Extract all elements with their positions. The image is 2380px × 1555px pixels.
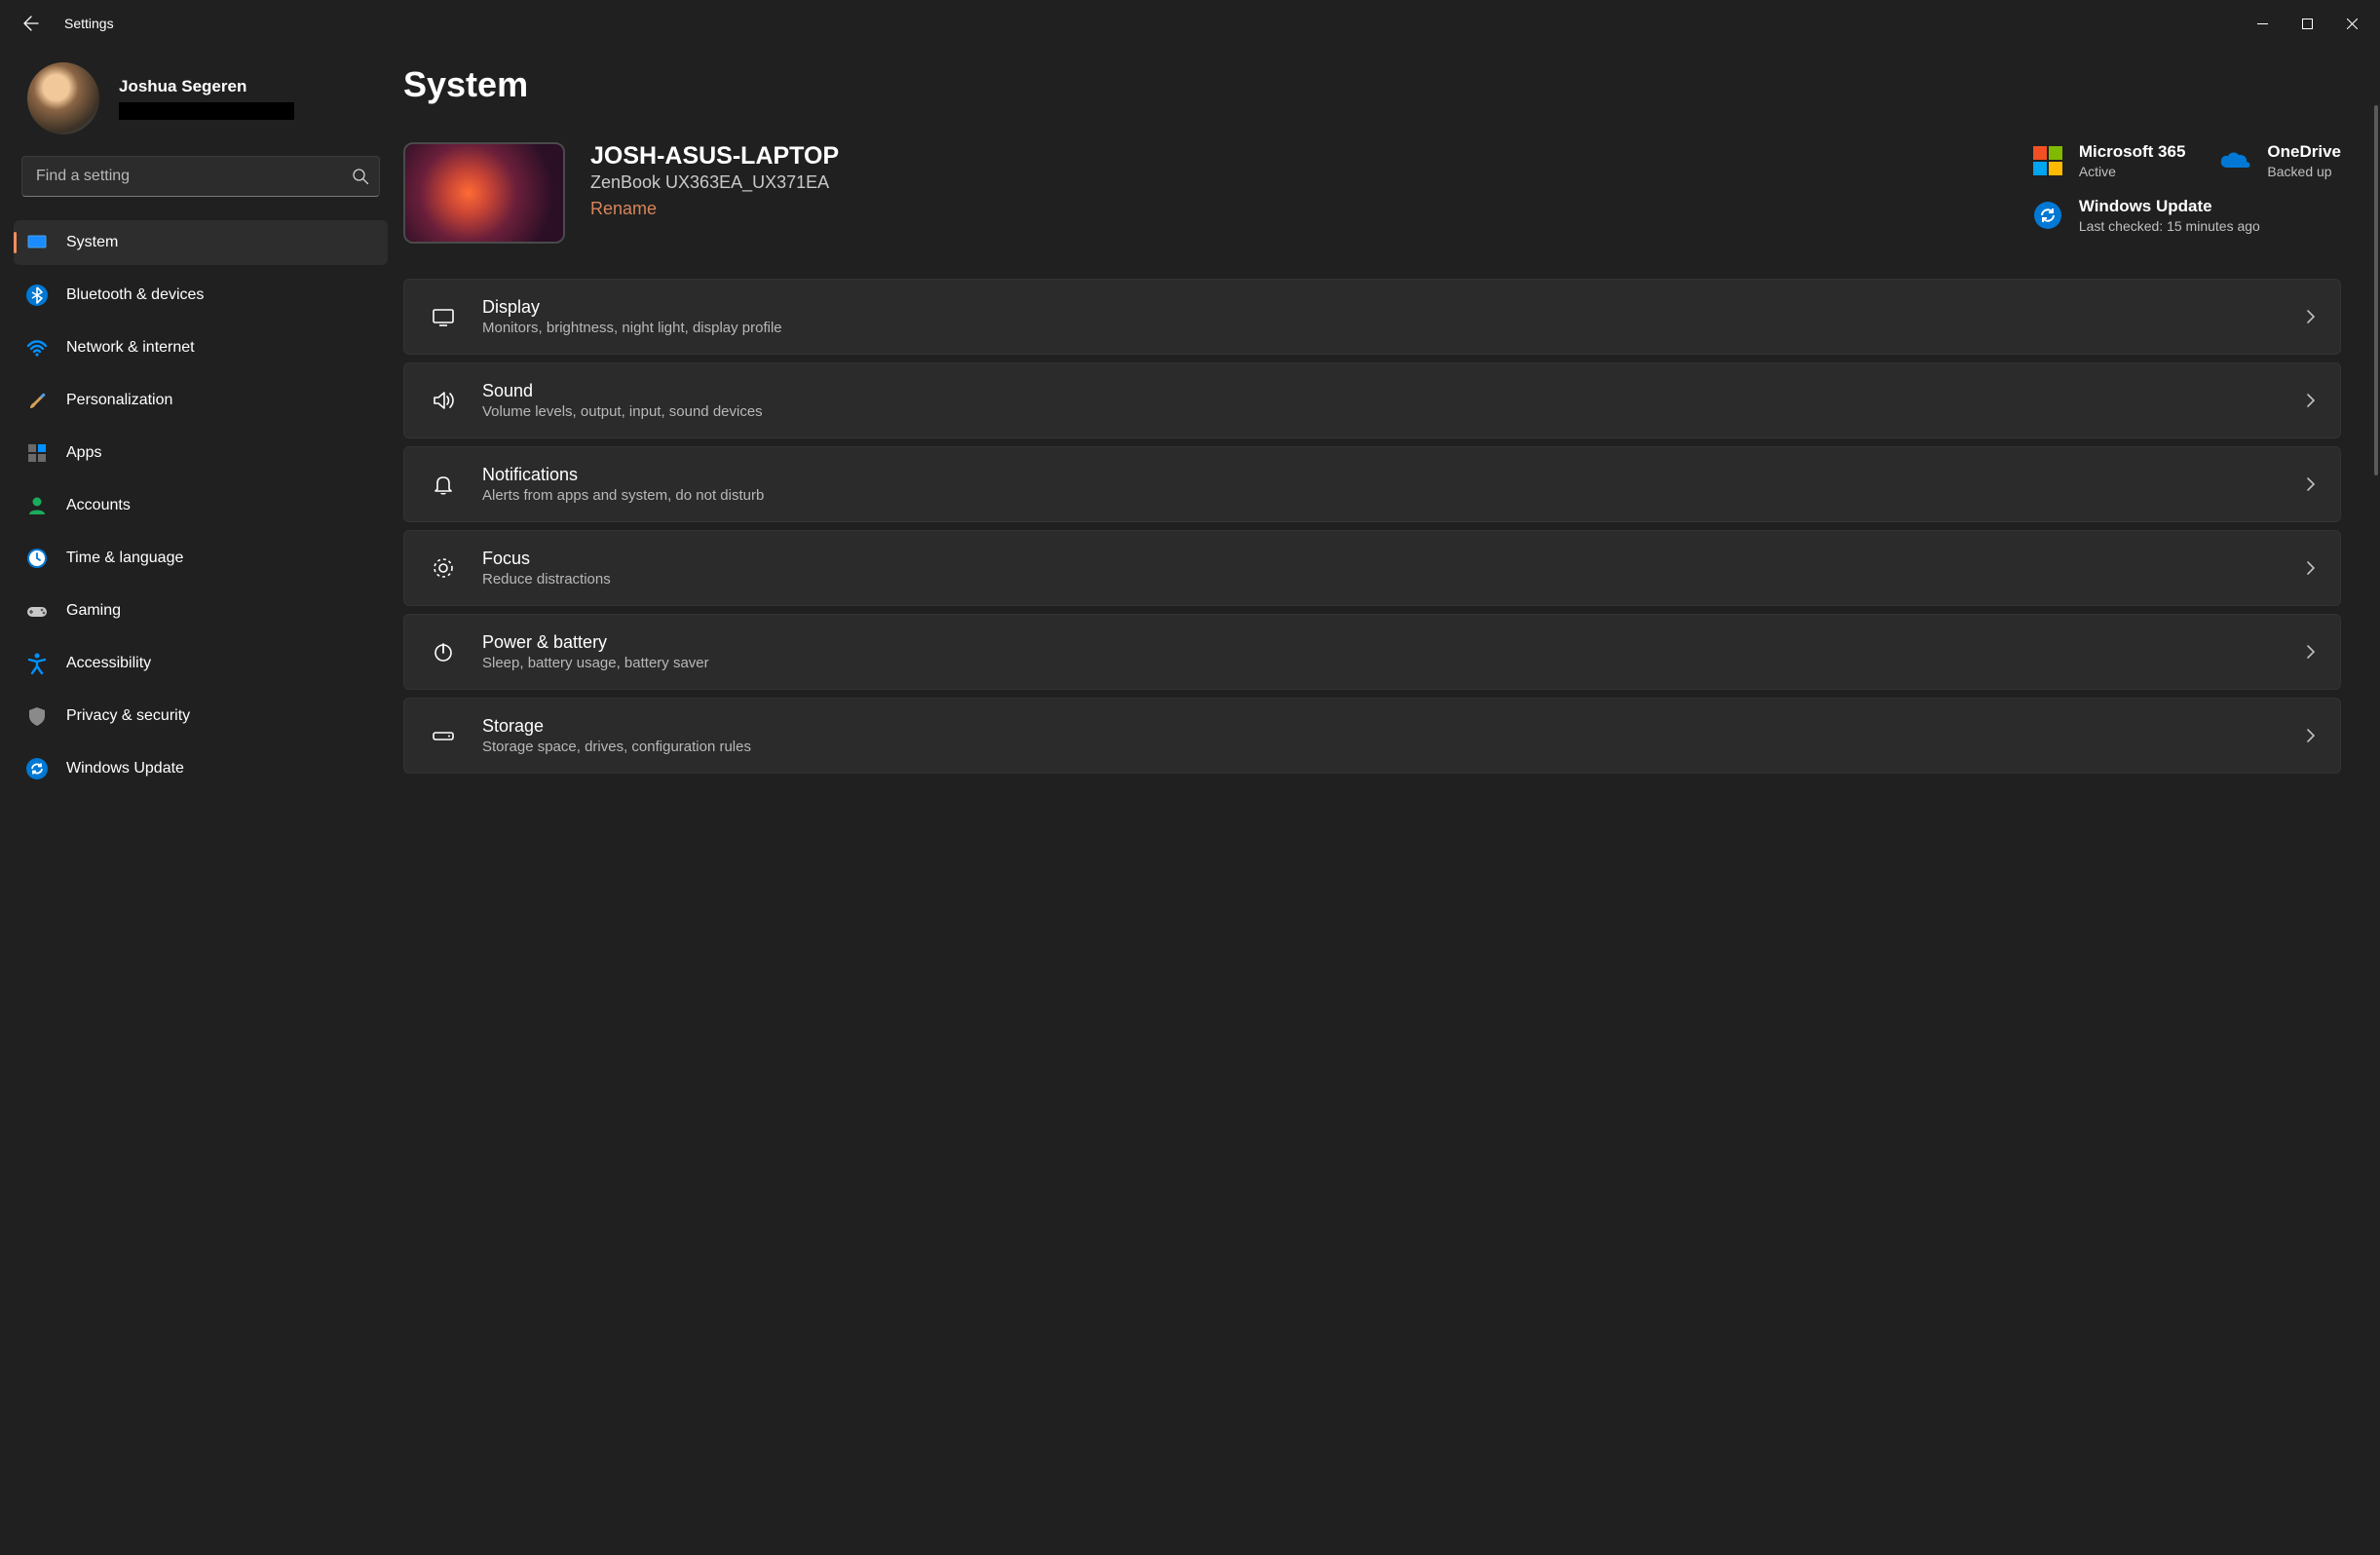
chevron-right-icon — [2305, 559, 2317, 577]
display-icon — [428, 301, 459, 332]
sidebar-item-label: Accessibility — [66, 655, 151, 672]
status-title: Windows Update — [2079, 197, 2260, 216]
apps-icon — [25, 441, 49, 465]
sidebar-item-label: Windows Update — [66, 760, 184, 778]
sidebar-item-label: System — [66, 234, 118, 251]
setting-description: Storage space, drives, configuration rul… — [482, 739, 2282, 755]
bluetooth-icon — [25, 284, 49, 307]
main-content: System JOSH-ASUS-LAPTOP ZenBook UX363EA_… — [401, 47, 2380, 1555]
status-title: Microsoft 365 — [2079, 142, 2186, 162]
system-icon — [25, 231, 49, 254]
device-model: ZenBook UX363EA_UX371EA — [590, 172, 2005, 193]
scrollbar-thumb[interactable] — [2374, 105, 2378, 475]
minimize-icon — [2257, 19, 2268, 29]
setting-description: Sleep, battery usage, battery saver — [482, 655, 2282, 671]
power-icon — [428, 636, 459, 667]
close-button[interactable] — [2329, 8, 2374, 39]
sidebar-item-label: Personalization — [66, 392, 172, 409]
profile-block[interactable]: Joshua Segeren — [0, 62, 401, 156]
focus-icon — [428, 552, 459, 584]
setting-title: Display — [482, 297, 2282, 318]
setting-card-focus[interactable]: Focus Reduce distractions — [403, 530, 2341, 606]
sidebar-item-label: Gaming — [66, 602, 121, 620]
setting-card-display[interactable]: Display Monitors, brightness, night light… — [403, 279, 2341, 355]
sidebar-item-label: Accounts — [66, 497, 131, 514]
sidebar-item-bluetooth-devices[interactable]: Bluetooth & devices — [14, 273, 388, 318]
chevron-right-icon — [2305, 643, 2317, 661]
setting-card-power-battery[interactable]: Power & battery Sleep, battery usage, bat… — [403, 614, 2341, 690]
microsoft-logo-icon — [2030, 143, 2065, 178]
status-title: OneDrive — [2267, 142, 2341, 162]
status-subtitle: Active — [2079, 164, 2186, 179]
chevron-right-icon — [2305, 727, 2317, 744]
sidebar-item-accounts[interactable]: Accounts — [14, 483, 388, 528]
chevron-right-icon — [2305, 475, 2317, 493]
status-windows-update[interactable]: Windows Update Last checked: 15 minutes … — [2030, 197, 2341, 234]
status-microsoft-365[interactable]: Microsoft 365 Active — [2030, 142, 2186, 179]
sound-icon — [428, 385, 459, 416]
search-input[interactable] — [36, 168, 352, 185]
status-subtitle: Last checked: 15 minutes ago — [2079, 218, 2260, 234]
setting-title: Sound — [482, 381, 2282, 401]
page-title: System — [403, 64, 2341, 105]
setting-card-notifications[interactable]: Notifications Alerts from apps and system… — [403, 446, 2341, 522]
device-name: JOSH-ASUS-LAPTOP — [590, 142, 2005, 171]
brush-icon — [25, 389, 49, 412]
bell-icon — [428, 469, 459, 500]
gamepad-icon — [25, 599, 49, 623]
chevron-right-icon — [2305, 308, 2317, 325]
setting-title: Power & battery — [482, 632, 2282, 653]
storage-icon — [428, 720, 459, 751]
sidebar-item-system[interactable]: System — [14, 220, 388, 265]
close-icon — [2347, 19, 2358, 29]
sidebar-item-windows-update[interactable]: Windows Update — [14, 746, 388, 791]
shield-icon — [25, 704, 49, 728]
accessibility-icon — [25, 652, 49, 675]
minimize-button[interactable] — [2240, 8, 2285, 39]
sidebar-item-apps[interactable]: Apps — [14, 431, 388, 475]
setting-title: Notifications — [482, 465, 2282, 485]
sidebar-item-network-internet[interactable]: Network & internet — [14, 325, 388, 370]
avatar — [27, 62, 99, 134]
maximize-button[interactable] — [2285, 8, 2329, 39]
status-subtitle: Backed up — [2267, 164, 2341, 179]
update-icon — [25, 757, 49, 780]
onedrive-icon — [2218, 143, 2253, 178]
search-icon — [352, 168, 369, 185]
rename-link[interactable]: Rename — [590, 199, 657, 219]
back-arrow-icon — [23, 16, 39, 31]
setting-card-storage[interactable]: Storage Storage space, drives, configurat… — [403, 698, 2341, 774]
setting-description: Alerts from apps and system, do not dist… — [482, 487, 2282, 504]
sidebar-item-label: Apps — [66, 444, 101, 462]
sidebar-item-label: Time & language — [66, 550, 183, 567]
search-box[interactable] — [21, 156, 380, 197]
person-icon — [25, 494, 49, 517]
maximize-icon — [2302, 19, 2313, 29]
sidebar-item-time-language[interactable]: Time & language — [14, 536, 388, 581]
time-icon — [25, 547, 49, 570]
chevron-right-icon — [2305, 392, 2317, 409]
sidebar-item-label: Network & internet — [66, 339, 195, 357]
profile-name: Joshua Segeren — [119, 77, 294, 96]
setting-card-sound[interactable]: Sound Volume levels, output, input, sound… — [403, 362, 2341, 438]
sidebar-item-gaming[interactable]: Gaming — [14, 588, 388, 633]
setting-description: Reduce distractions — [482, 571, 2282, 588]
setting-title: Focus — [482, 549, 2282, 569]
sidebar-item-label: Privacy & security — [66, 707, 190, 725]
profile-email — [119, 102, 294, 120]
back-button[interactable] — [12, 4, 51, 43]
setting-description: Monitors, brightness, night light, displ… — [482, 320, 2282, 336]
app-title: Settings — [64, 16, 114, 31]
sidebar-item-label: Bluetooth & devices — [66, 286, 204, 304]
update-icon — [2030, 198, 2065, 233]
sidebar: Joshua Segeren System Bluetooth & devices… — [0, 47, 401, 1555]
wifi-icon — [25, 336, 49, 360]
sidebar-item-privacy-security[interactable]: Privacy & security — [14, 694, 388, 739]
status-onedrive[interactable]: OneDrive Backed up — [2218, 142, 2341, 179]
sidebar-item-personalization[interactable]: Personalization — [14, 378, 388, 423]
device-preview-image — [403, 142, 565, 244]
setting-description: Volume levels, output, input, sound devi… — [482, 403, 2282, 420]
setting-title: Storage — [482, 716, 2282, 737]
sidebar-item-accessibility[interactable]: Accessibility — [14, 641, 388, 686]
